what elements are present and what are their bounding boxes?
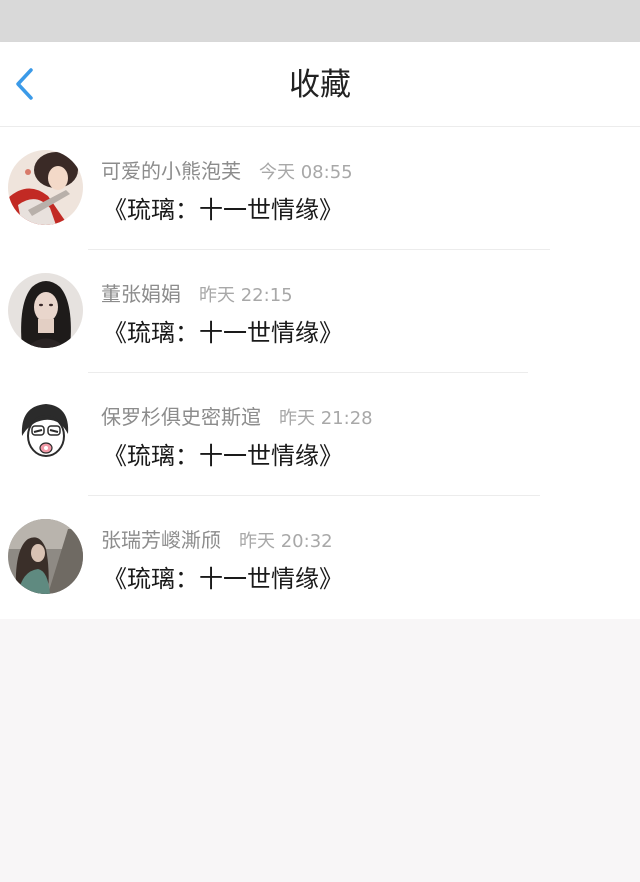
timestamp: 昨天 22:15 [199,285,293,306]
timestamp: 昨天 20:32 [239,531,333,552]
avatar[interactable] [8,396,83,471]
user-name: 可爱的小熊泡芙 今天 08:55 [101,159,353,183]
avatar[interactable] [8,273,83,348]
nav-bar: 收藏 [0,42,640,127]
status-bar [0,0,640,42]
favorites-list: 可爱的小熊泡芙 今天 08:55 《琉璃：十一世情缘》 董张娟娟 昨天 22:15 … [0,127,640,619]
list-item[interactable]: 张瑞芳嵕澌颀 昨天 20:32 《琉璃：十一世情缘》 [0,496,640,619]
user-name: 张瑞芳嵕澌颀 昨天 20:32 [101,528,333,552]
list-item[interactable]: 可爱的小熊泡芙 今天 08:55 《琉璃：十一世情缘》 [0,127,640,250]
item-title[interactable]: 《琉璃：十一世情缘》 [103,190,343,225]
item-title[interactable]: 《琉璃：十一世情缘》 [103,313,343,348]
list-item[interactable]: 董张娟娟 昨天 22:15 《琉璃：十一世情缘》 [0,250,640,373]
user-name: 保罗杉俱史密斯逭 昨天 21:28 [101,405,373,429]
timestamp: 今天 08:55 [259,162,353,183]
item-title[interactable]: 《琉璃：十一世情缘》 [103,436,343,471]
avatar[interactable] [8,150,83,225]
timestamp: 昨天 21:28 [279,408,373,429]
avatar[interactable] [8,519,83,594]
user-name: 董张娟娟 昨天 22:15 [101,282,293,306]
list-item[interactable]: 保罗杉俱史密斯逭 昨天 21:28 《琉璃：十一世情缘》 [0,373,640,496]
page-title: 收藏 [289,67,351,103]
item-title[interactable]: 《琉璃：十一世情缘》 [103,559,343,594]
